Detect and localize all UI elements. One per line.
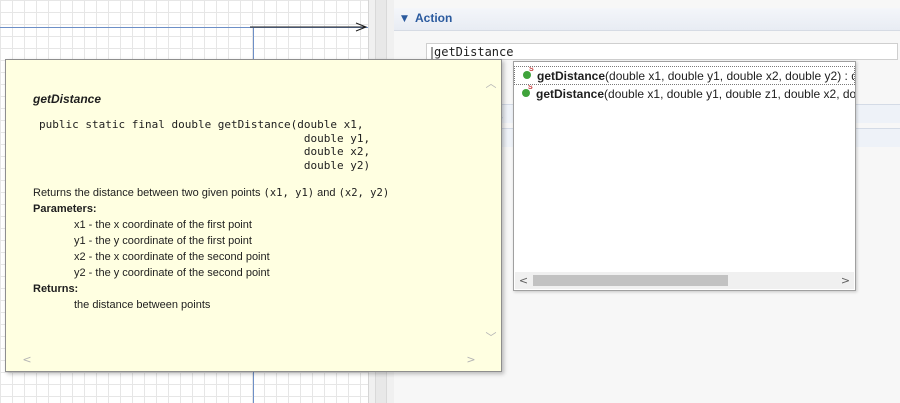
- parameters-label: Parameters:: [33, 203, 97, 215]
- chevron-down-icon[interactable]: ﹀: [483, 330, 499, 346]
- description-text: Returns the distance between two given p…: [33, 187, 264, 199]
- javadoc-popup: getDistance public static final double g…: [5, 59, 502, 372]
- assist-horizontal-scrollbar[interactable]: < >: [515, 272, 854, 289]
- diagram-arrow[interactable]: [0, 0, 368, 60]
- chevron-left-icon[interactable]: <: [19, 352, 35, 368]
- description-and: and: [314, 187, 339, 199]
- scrollbar-thumb[interactable]: [533, 275, 728, 286]
- proposal-params: (double x1, double y1, double z1, double…: [604, 87, 855, 101]
- parameter-y2: y2 - the y coordinate of the second poin…: [74, 267, 270, 279]
- javadoc-horizontal-scrollbar[interactable]: < >: [9, 352, 479, 368]
- proposal-text: getDistance(double x1, double y1, double…: [537, 67, 855, 84]
- action-section-header[interactable]: ▼ Action: [394, 8, 900, 31]
- javadoc-body: Returns the distance between two given p…: [33, 185, 389, 313]
- triangle-down-icon[interactable]: ▼: [401, 14, 408, 24]
- returns-text: the distance between points: [74, 299, 211, 311]
- chevron-right-icon[interactable]: >: [837, 272, 854, 289]
- proposal-params: (double x1, double y1, double x2, double…: [605, 69, 855, 83]
- javadoc-title: getDistance: [33, 92, 102, 106]
- action-input-value: getDistance: [434, 45, 514, 59]
- chevron-up-icon[interactable]: ︿: [483, 76, 499, 92]
- static-marker-icon: S: [528, 85, 533, 91]
- action-input[interactable]: getDistance: [426, 43, 898, 60]
- proposal-item[interactable]: S getDistance(double x1, double y1, doub…: [514, 66, 855, 85]
- proposal-name: getDistance: [536, 87, 605, 101]
- chevron-left-icon[interactable]: <: [515, 272, 532, 289]
- text-cursor: [431, 46, 433, 59]
- proposal-text: getDistance(double x1, double y1, double…: [536, 85, 855, 104]
- chevron-right-icon[interactable]: >: [463, 352, 479, 368]
- section-title: Action: [415, 11, 453, 25]
- returns-label: Returns:: [33, 283, 79, 295]
- javadoc-signature: public static final double getDistance(d…: [39, 118, 371, 172]
- content-assist-popup: S getDistance(double x1, double y1, doub…: [513, 61, 856, 291]
- parameter-y1: y1 - the y coordinate of the first point: [74, 235, 252, 247]
- javadoc-description: Returns the distance between two given p…: [33, 185, 389, 201]
- proposal-name: getDistance: [537, 69, 606, 83]
- javadoc-vertical-scrollbar[interactable]: ︿ ﹀: [483, 76, 499, 346]
- parameter-x1: x1 - the x coordinate of the first point: [74, 219, 252, 231]
- point-a: (x1, y1): [263, 187, 315, 199]
- static-marker-icon: S: [529, 66, 534, 73]
- proposal-item[interactable]: S getDistance(double x1, double y1, doub…: [514, 85, 855, 104]
- parameter-x2: x2 - the x coordinate of the second poin…: [74, 251, 270, 263]
- point-b: (x2, y2): [338, 187, 390, 199]
